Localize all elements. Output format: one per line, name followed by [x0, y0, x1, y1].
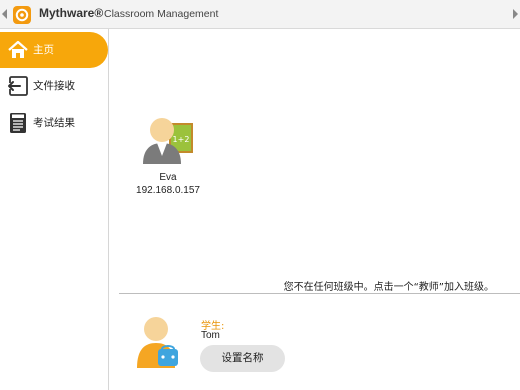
scroll-left-icon[interactable] [2, 9, 7, 19]
student-name: Tom [201, 330, 220, 341]
title-bar: Mythware® Classroom Management [0, 0, 520, 29]
sidebar-item-file-receive[interactable]: 文件接收 [0, 68, 108, 104]
sidebar-item-exam-results[interactable]: 考试结果 [0, 105, 108, 141]
file-receive-icon [7, 76, 28, 96]
svg-text:1+2: 1+2 [173, 135, 190, 144]
divider [119, 293, 520, 294]
sidebar-item-label: 主页 [33, 44, 54, 56]
student-avatar-icon [137, 317, 178, 368]
app-subtitle: Classroom Management [104, 8, 219, 20]
sidebar-item-label: 文件接收 [33, 80, 75, 92]
teacher-name: Eva [159, 172, 177, 183]
join-class-notice: 您不在任何班级中。点击一个“教师”加入班级。 [283, 282, 494, 293]
app-logo-icon [13, 6, 31, 24]
teacher-ip: 192.168.0.157 [136, 185, 200, 196]
scroll-right-icon[interactable] [513, 9, 518, 19]
teacher-avatar-icon[interactable]: 1+2 [136, 114, 200, 170]
sidebar-item-label: 考试结果 [33, 117, 75, 129]
sidebar-item-home[interactable]: 主页 [0, 32, 108, 68]
app-brand: Mythware® [39, 6, 104, 20]
sidebar: 主页 文件接收 考试结果 [0, 29, 109, 390]
home-icon [8, 40, 28, 58]
set-name-button[interactable]: 设置名称 [200, 345, 285, 372]
exam-results-icon [10, 113, 26, 133]
